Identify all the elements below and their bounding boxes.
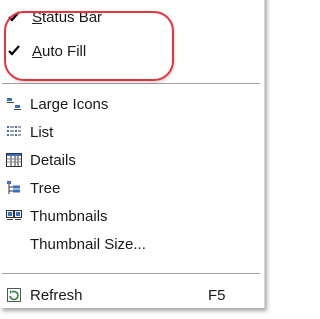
tree-icon <box>6 180 22 196</box>
menu-item-label: Tree <box>30 180 61 197</box>
menu-item-label: Refresh <box>30 287 83 304</box>
menu-item-status-bar[interactable]: Status Bar <box>0 2 260 32</box>
menu-item-label: Details <box>30 152 76 169</box>
menu-item-auto-fill[interactable]: Auto Fill <box>0 36 260 66</box>
menu-item-thumbnails[interactable]: Thumbnails <box>0 201 260 231</box>
details-icon <box>6 152 22 168</box>
menu-item-list[interactable]: List <box>0 117 260 147</box>
thumbnails-icon <box>6 208 22 224</box>
menu-item-label: Auto Fill <box>32 43 87 60</box>
check-icon <box>6 43 22 59</box>
menu-item-label: Thumbnails <box>30 208 108 225</box>
menu-item-refresh[interactable]: Refresh F5 <box>0 280 260 310</box>
menu-item-thumbnail-size[interactable]: Thumbnail Size... <box>0 229 260 259</box>
menu-item-label: Large Icons <box>30 96 109 113</box>
menu-item-label: Status Bar <box>32 9 103 26</box>
view-context-menu: Status Bar Auto Fill Large Icons List De… <box>0 0 265 308</box>
refresh-icon <box>6 287 22 303</box>
check-icon <box>6 9 22 25</box>
large-icons-icon <box>6 96 22 112</box>
list-icon <box>6 124 22 140</box>
menu-separator <box>2 273 260 275</box>
menu-item-large-icons[interactable]: Large Icons <box>0 89 260 119</box>
menu-item-tree[interactable]: Tree <box>0 173 260 203</box>
menu-item-label: List <box>30 124 54 141</box>
menu-item-details[interactable]: Details <box>0 145 260 175</box>
shortcut-label: F5 <box>208 287 226 304</box>
menu-item-label: Thumbnail Size... <box>30 236 146 253</box>
menu-separator <box>2 83 260 85</box>
